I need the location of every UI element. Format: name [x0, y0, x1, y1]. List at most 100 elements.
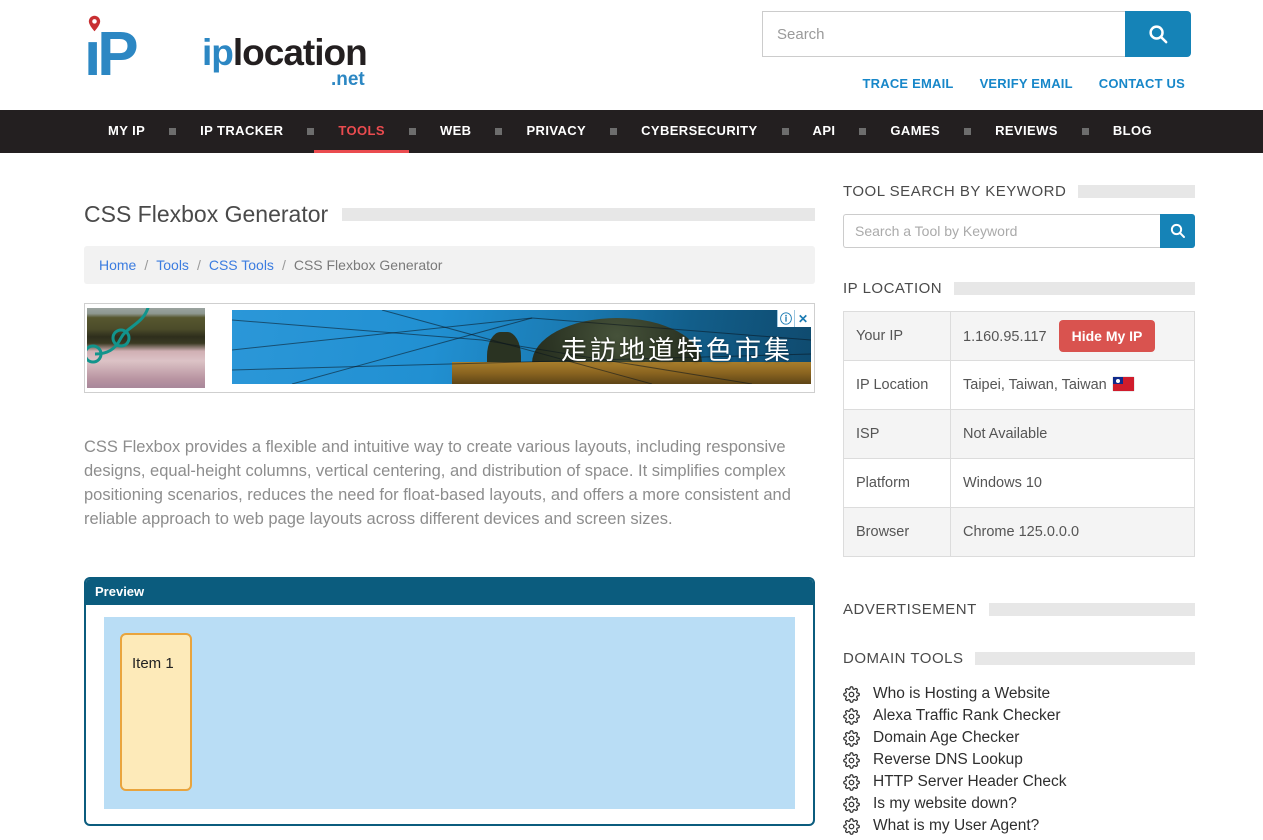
ad-image[interactable]: 走訪地道特色市集 ⓘ ✕ — [232, 310, 811, 384]
logo-tld: .net — [331, 69, 365, 91]
table-row: Browser Chrome 125.0.0.0 — [844, 508, 1195, 557]
hide-my-ip-button[interactable]: Hide My IP — [1059, 320, 1156, 352]
list-item: What is my User Agent? — [843, 815, 1195, 837]
link-who-is-hosting[interactable]: Who is Hosting a Website — [873, 685, 1050, 703]
breadcrumb-home[interactable]: Home — [99, 257, 136, 273]
ad-info-button[interactable]: ⓘ — [777, 310, 794, 327]
row-label: Your IP — [844, 312, 951, 361]
search-input[interactable] — [762, 11, 1125, 57]
nav-item-reviews[interactable]: REVIEWS — [971, 110, 1082, 153]
heading-decoration-bar — [954, 282, 1195, 295]
link-domain-age-checker[interactable]: Domain Age Checker — [873, 729, 1019, 747]
page-title: CSS Flexbox Generator — [84, 201, 328, 228]
tool-description: CSS Flexbox provides a flexible and intu… — [84, 435, 796, 531]
ad-banner: 走訪地道特色市集 ⓘ ✕ — [84, 303, 815, 393]
table-row: Your IP 1.160.95.117 Hide My IP — [844, 312, 1195, 361]
table-row: ISP Not Available — [844, 410, 1195, 459]
link-what-is-my-user-agent[interactable]: What is my User Agent? — [873, 817, 1039, 835]
nav-item-ip-tracker[interactable]: IP TRACKER — [176, 110, 307, 153]
ad-close-button[interactable]: ✕ — [794, 310, 811, 327]
row-value: Taipei, Taiwan, Taiwan — [951, 361, 1195, 410]
main-nav: MY IP IP TRACKER TOOLS WEB PRIVACY CYBER… — [0, 110, 1263, 153]
ad-text: 走訪地道特色市集 — [561, 330, 793, 367]
header-search — [762, 11, 1191, 57]
link-verify-email[interactable]: VERIFY EMAIL — [980, 76, 1073, 91]
tool-search-input[interactable] — [843, 214, 1160, 248]
nav-item-games[interactable]: GAMES — [866, 110, 964, 153]
preview-panel: Preview Item 1 — [84, 577, 815, 826]
tool-search-button[interactable] — [1160, 214, 1195, 248]
your-ip-value: 1.160.95.117 — [963, 329, 1047, 345]
row-label: ISP — [844, 410, 951, 459]
nav-item-api[interactable]: API — [789, 110, 860, 153]
row-value: Not Available — [951, 410, 1195, 459]
table-row: IP Location Taipei, Taiwan, Taiwan — [844, 361, 1195, 410]
heading-decoration-bar — [975, 652, 1195, 665]
nav-item-cybersecurity[interactable]: CYBERSECURITY — [617, 110, 781, 153]
search-button[interactable] — [1125, 11, 1191, 57]
list-item: Is my website down? — [843, 793, 1195, 815]
flex-preview-item: Item 1 — [120, 633, 192, 791]
nav-item-blog[interactable]: BLOG — [1089, 110, 1176, 153]
logo-word-ip: ip — [202, 32, 233, 73]
nav-separator — [307, 128, 314, 135]
list-item: Reverse DNS Lookup — [843, 749, 1195, 771]
row-label: IP Location — [844, 361, 951, 410]
nav-item-tools[interactable]: TOOLS — [314, 110, 409, 153]
domain-tools-heading: DOMAIN TOOLS — [843, 650, 963, 667]
breadcrumb-tools[interactable]: Tools — [156, 257, 189, 273]
row-label: Browser — [844, 508, 951, 557]
nav-separator — [169, 128, 176, 135]
nav-separator — [1082, 128, 1089, 135]
taiwan-flag-icon — [1113, 377, 1134, 391]
link-contact-us[interactable]: CONTACT US — [1099, 76, 1185, 91]
search-icon — [1169, 222, 1187, 240]
ip-location-heading: IP LOCATION — [843, 280, 942, 297]
gear-icon — [843, 796, 860, 813]
preview-header: Preview — [86, 579, 813, 605]
gear-icon — [843, 818, 860, 835]
site-logo[interactable]: ıP iplocation .net — [84, 10, 367, 94]
link-trace-email[interactable]: TRACE EMAIL — [863, 76, 954, 91]
nav-item-web[interactable]: WEB — [416, 110, 496, 153]
ad-thumbnail-image[interactable] — [87, 308, 205, 388]
title-decoration-bar — [342, 208, 815, 221]
link-alexa-traffic-rank[interactable]: Alexa Traffic Rank Checker — [873, 707, 1061, 725]
row-value: Chrome 125.0.0.0 — [951, 508, 1195, 557]
nav-separator — [859, 128, 866, 135]
link-http-server-header[interactable]: HTTP Server Header Check — [873, 773, 1067, 791]
breadcrumb-separator: / — [197, 257, 201, 273]
list-item: Who is Hosting a Website — [843, 683, 1195, 705]
gear-icon — [843, 774, 860, 791]
row-label: Platform — [844, 459, 951, 508]
site-header: ıP iplocation .net TRACE EMAIL VERIFY EM… — [0, 0, 1263, 110]
breadcrumb-separator: / — [144, 257, 148, 273]
table-row: Platform Windows 10 — [844, 459, 1195, 508]
nav-separator — [495, 128, 502, 135]
gear-icon — [843, 708, 860, 725]
breadcrumb-current: CSS Flexbox Generator — [294, 257, 443, 273]
heading-decoration-bar — [989, 603, 1195, 616]
link-reverse-dns-lookup[interactable]: Reverse DNS Lookup — [873, 751, 1023, 769]
logo-mark-text: ıP — [84, 24, 135, 86]
gear-icon — [843, 686, 860, 703]
header-links: TRACE EMAIL VERIFY EMAIL CONTACT US — [863, 76, 1185, 91]
breadcrumb-separator: / — [282, 257, 286, 273]
breadcrumb-css-tools[interactable]: CSS Tools — [209, 257, 274, 273]
ip-location-value: Taipei, Taiwan, Taiwan — [963, 377, 1107, 393]
logo-wordmark: iplocation .net — [202, 34, 367, 71]
nav-item-my-ip[interactable]: MY IP — [84, 110, 169, 153]
search-icon — [1147, 23, 1170, 46]
advertisement-heading: ADVERTISEMENT — [843, 601, 977, 618]
list-item: HTTP Server Header Check — [843, 771, 1195, 793]
list-item: Domain Age Checker — [843, 727, 1195, 749]
breadcrumb: Home / Tools / CSS Tools / CSS Flexbox G… — [84, 246, 815, 284]
nav-item-privacy[interactable]: PRIVACY — [502, 110, 610, 153]
gear-icon — [843, 730, 860, 747]
heading-decoration-bar — [1078, 185, 1195, 198]
logo-mark: ıP — [84, 10, 202, 94]
link-is-my-website-down[interactable]: Is my website down? — [873, 795, 1017, 813]
gear-icon — [843, 752, 860, 769]
domain-tools-list: Who is Hosting a Website Alexa Traffic R… — [843, 683, 1195, 837]
preview-body: Item 1 — [86, 605, 813, 824]
